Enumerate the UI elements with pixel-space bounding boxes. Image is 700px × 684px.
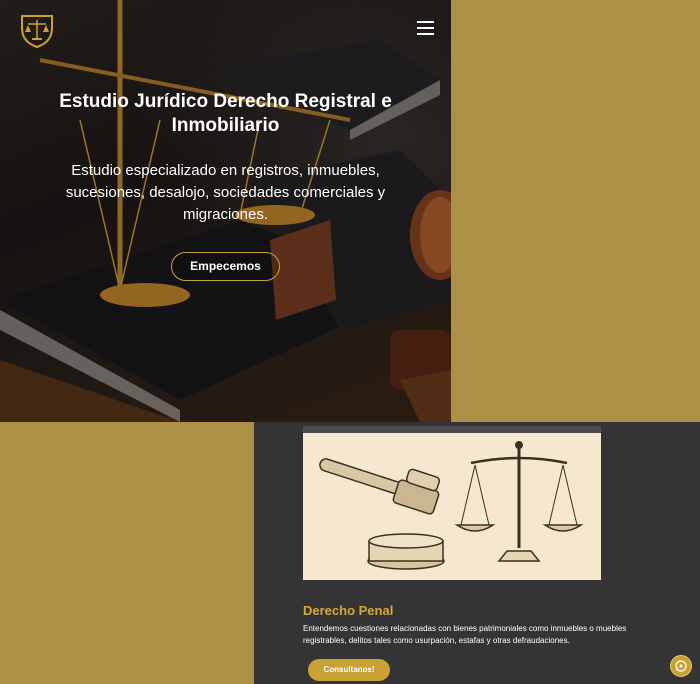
empecemos-button[interactable]: Empecemos	[171, 252, 280, 281]
service-description: Entendemos cuestiones relacionadas con b…	[303, 624, 627, 645]
service-card: Derecho Penal Entendemos cuestiones rela…	[254, 422, 700, 684]
gavel-and-scales-illustration	[303, 433, 601, 580]
hero-subtitle: Estudio especializado en registros, inmu…	[65, 162, 386, 223]
service-title: Derecho Penal	[303, 603, 394, 618]
hero-title: Estudio Jurídico Derecho Registral e Inm…	[59, 91, 392, 136]
hamburger-menu-icon[interactable]	[417, 21, 434, 35]
hero-section: Estudio Jurídico Derecho Registral e Inm…	[0, 0, 451, 422]
consultanos-button[interactable]: Consultanos!	[308, 659, 390, 681]
card-image-top-border	[303, 426, 601, 433]
firm-logo[interactable]	[18, 12, 56, 48]
whatsapp-icon[interactable]	[670, 655, 692, 677]
